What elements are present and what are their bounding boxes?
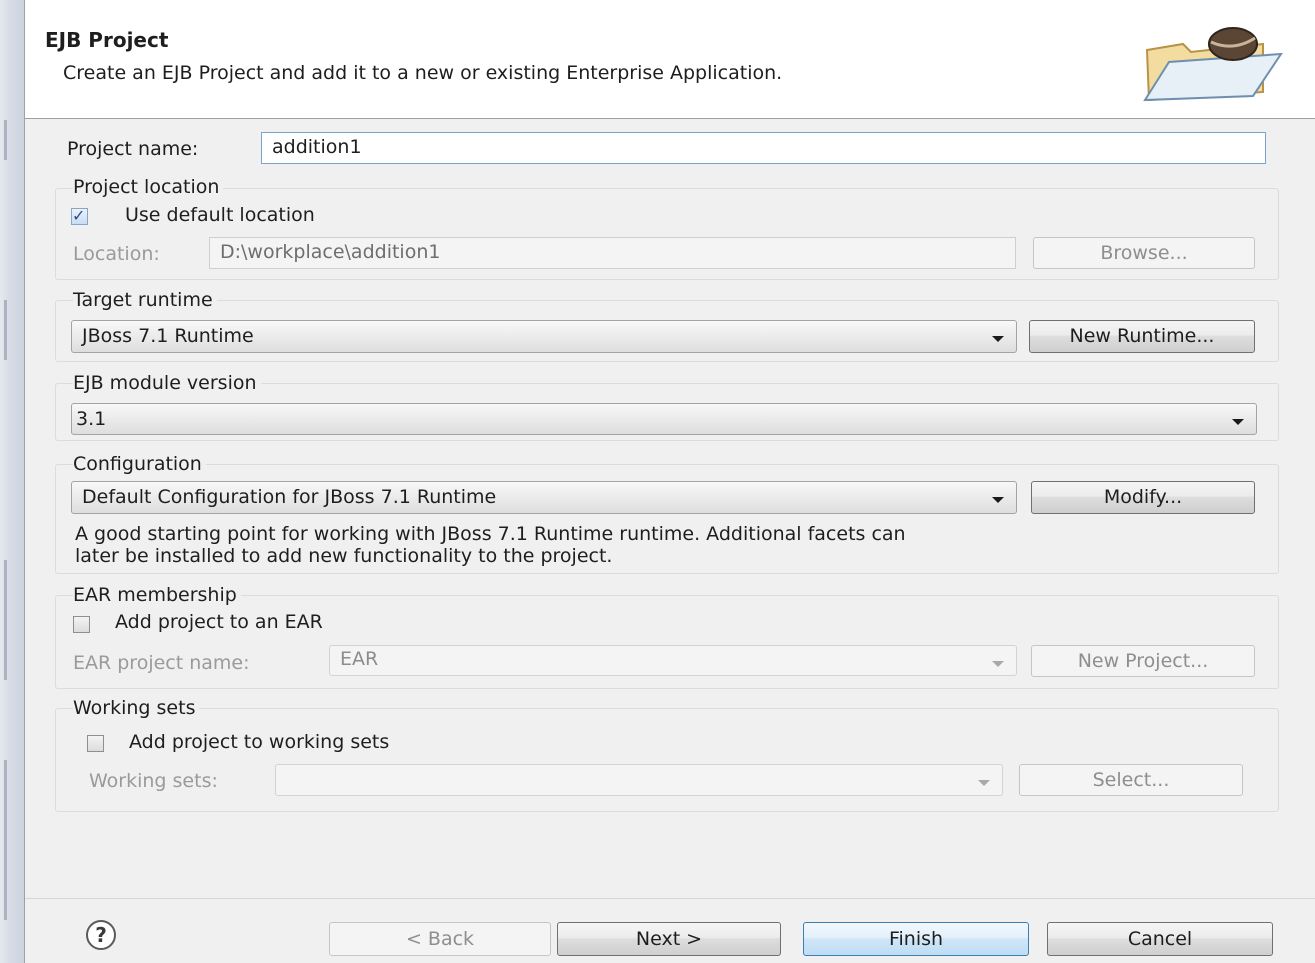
window-frame-left — [0, 0, 24, 963]
target-runtime-title: Target runtime — [73, 289, 217, 311]
frame-stripe — [4, 120, 7, 160]
chevron-down-icon — [992, 497, 1004, 503]
next-button[interactable]: Next > — [557, 922, 781, 956]
folder-with-bean-icon — [1143, 27, 1283, 102]
ejb-module-version-value: 3.1 — [76, 408, 107, 430]
working-sets-title: Working sets — [73, 697, 200, 719]
project-name-input[interactable]: addition1 — [261, 132, 1266, 164]
frame-stripe — [4, 760, 7, 920]
checkmark-icon: ✓ — [72, 206, 86, 225]
target-runtime-value: JBoss 7.1 Runtime — [82, 325, 254, 347]
frame-stripe — [4, 560, 7, 680]
add-to-ear-checkbox[interactable] — [73, 616, 90, 633]
cancel-button[interactable]: Cancel — [1047, 922, 1273, 956]
browse-button[interactable]: Browse... — [1033, 237, 1255, 269]
ejb-module-version-title: EJB module version — [73, 372, 261, 394]
ear-project-name-label: EAR project name: — [73, 652, 250, 674]
configuration-description-line1: A good starting point for working with J… — [75, 523, 906, 545]
chevron-down-icon — [992, 336, 1004, 342]
working-sets-select[interactable] — [275, 764, 1003, 796]
project-name-label: Project name: — [67, 138, 199, 160]
use-default-location-checkbox[interactable]: ✓ — [71, 206, 88, 225]
wizard-header: EJB Project Create an EJB Project and ad… — [25, 0, 1315, 119]
frame-stripe — [4, 300, 7, 360]
chevron-down-icon — [1232, 419, 1244, 425]
use-default-location-label: Use default location — [125, 204, 315, 226]
configuration-value: Default Configuration for JBoss 7.1 Runt… — [82, 486, 497, 508]
select-working-sets-button[interactable]: Select... — [1019, 764, 1243, 796]
location-input[interactable]: D:\workplace\addition1 — [209, 237, 1016, 269]
configuration-description-line2: later be installed to add new functional… — [75, 545, 613, 567]
add-to-working-sets-label: Add project to working sets — [129, 731, 390, 753]
new-project-button[interactable]: New Project... — [1031, 645, 1255, 677]
chevron-down-icon — [992, 661, 1004, 667]
ear-project-name-value: EAR — [340, 648, 379, 670]
location-label: Location: — [73, 243, 160, 265]
configuration-select[interactable]: Default Configuration for JBoss 7.1 Runt… — [71, 481, 1017, 514]
ejb-module-version-select[interactable]: 3.1 — [71, 403, 1257, 435]
modify-button[interactable]: Modify... — [1031, 481, 1255, 514]
chevron-down-icon — [978, 780, 990, 786]
ear-membership-title: EAR membership — [73, 584, 241, 606]
project-location-title: Project location — [73, 176, 224, 198]
help-icon[interactable]: ? — [86, 920, 116, 950]
add-to-ear-label: Add project to an EAR — [115, 611, 323, 633]
add-to-working-sets-checkbox[interactable] — [87, 735, 104, 752]
back-button[interactable]: < Back — [329, 922, 551, 956]
working-sets-group — [55, 708, 1279, 812]
footer-separator — [25, 898, 1315, 899]
wizard-title: EJB Project — [45, 28, 169, 52]
ear-project-name-select[interactable]: EAR — [329, 645, 1017, 676]
ejb-project-dialog: EJB Project Create an EJB Project and ad… — [24, 0, 1315, 963]
new-runtime-button[interactable]: New Runtime... — [1029, 320, 1255, 353]
target-runtime-select[interactable]: JBoss 7.1 Runtime — [71, 320, 1017, 353]
configuration-title: Configuration — [73, 453, 206, 475]
working-sets-label: Working sets: — [89, 770, 218, 792]
wizard-description: Create an EJB Project and add it to a ne… — [63, 62, 783, 84]
finish-button[interactable]: Finish — [803, 922, 1029, 956]
